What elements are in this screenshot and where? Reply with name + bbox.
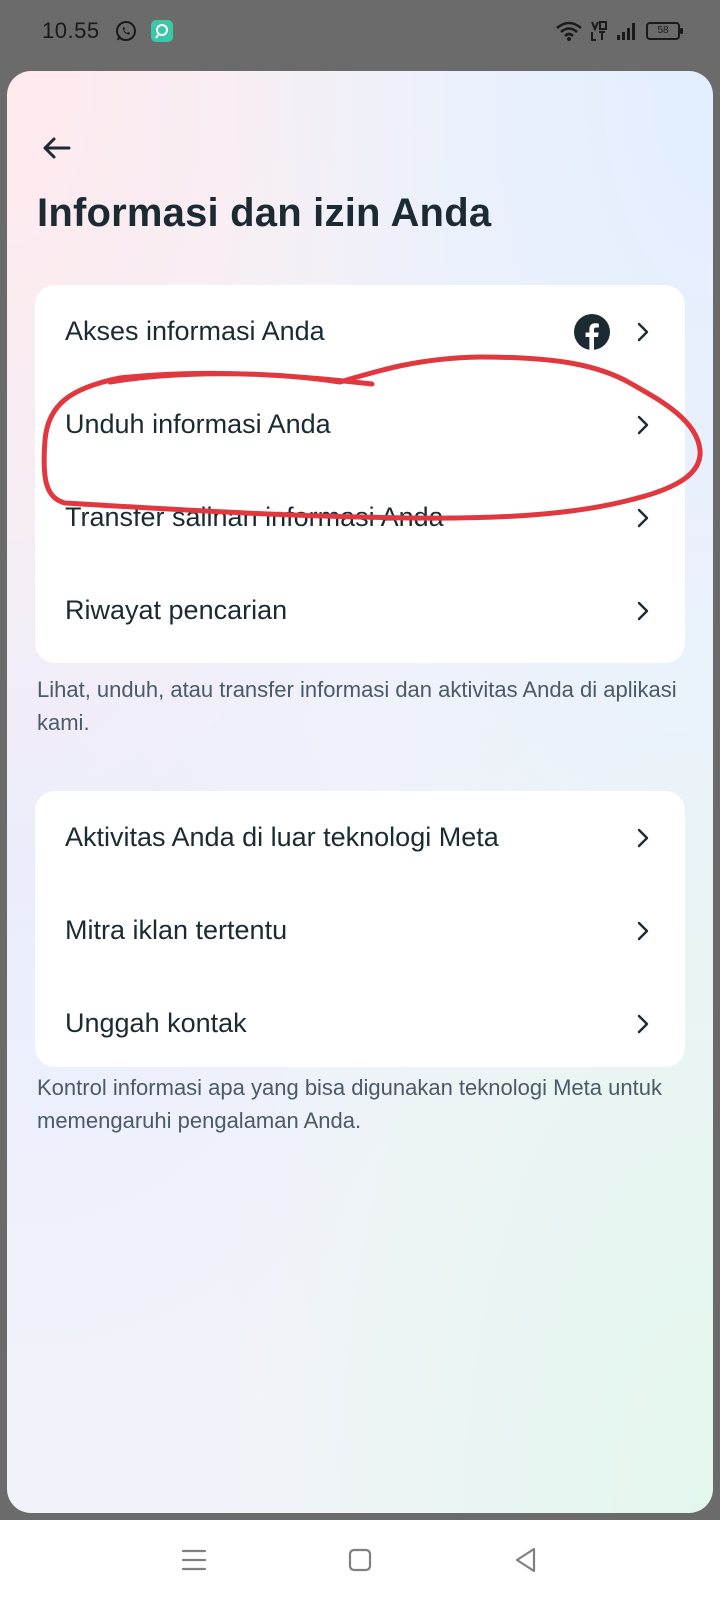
battery-icon: 58	[646, 22, 683, 40]
page-title: Informasi dan izin Anda	[37, 191, 492, 235]
menu-item-access-info[interactable]: Akses informasi Anda	[35, 285, 685, 378]
chevron-right-icon	[637, 508, 649, 527]
menu-item-ad-partners[interactable]: Mitra iklan tertentu	[35, 884, 685, 977]
chevron-right-icon	[637, 601, 649, 620]
menu-item-transfer-copy[interactable]: Transfer salinan informasi Anda	[35, 471, 685, 564]
status-bar: 10.55 58	[0, 0, 720, 66]
menu-item-label: Aktivitas Anda di luar teknologi Meta	[65, 822, 499, 852]
whatsapp-icon	[116, 21, 136, 41]
menu-item-label: Riwayat pencarian	[65, 595, 288, 625]
status-time: 10.55	[42, 18, 100, 43]
menu-item-download-info[interactable]: Unduh informasi Anda	[35, 378, 685, 471]
status-app-icons	[114, 19, 174, 43]
menu-item-search-history[interactable]: Riwayat pencarian	[35, 564, 685, 657]
menu-item-label: Unduh informasi Anda	[65, 409, 331, 439]
controls-card: Aktivitas Anda di luar teknologi Meta Mi…	[35, 791, 685, 1067]
menu-item-upload-contacts[interactable]: Unggah kontak	[35, 977, 685, 1070]
chevron-right-icon	[637, 322, 649, 341]
chevron-right-icon	[637, 415, 649, 434]
chevron-right-icon	[637, 921, 649, 940]
app-notification-icon	[151, 20, 173, 42]
back-arrow-icon[interactable]	[35, 126, 79, 170]
chevron-right-icon	[637, 828, 649, 847]
back-triangle-icon[interactable]	[506, 1540, 546, 1580]
menu-item-label: Mitra iklan tertentu	[65, 915, 288, 945]
section-caption: Lihat, unduh, atau transfer informasi da…	[37, 677, 677, 735]
menu-item-label: Transfer salinan informasi Anda	[65, 502, 444, 532]
status-indicators: 58	[556, 20, 683, 42]
menu-item-off-meta-activity[interactable]: Aktivitas Anda di luar teknologi Meta	[35, 791, 685, 884]
menu-item-label: Akses informasi Anda	[65, 316, 325, 346]
recent-apps-icon[interactable]	[174, 1540, 214, 1580]
facebook-icon	[574, 313, 610, 350]
signal-icon	[617, 23, 635, 40]
section-caption: Kontrol informasi apa yang bisa digunaka…	[37, 1075, 662, 1133]
menu-item-label: Unggah kontak	[65, 1008, 247, 1038]
info-card: Akses informasi Anda Unduh informasi And…	[35, 285, 685, 663]
system-nav-bar	[0, 1520, 720, 1600]
wifi-icon	[556, 21, 582, 41]
volte-icon	[591, 21, 607, 41]
chevron-right-icon	[637, 1014, 649, 1033]
settings-sheet: Informasi dan izin Anda Akses informasi …	[7, 71, 713, 1513]
home-icon[interactable]	[340, 1540, 380, 1580]
